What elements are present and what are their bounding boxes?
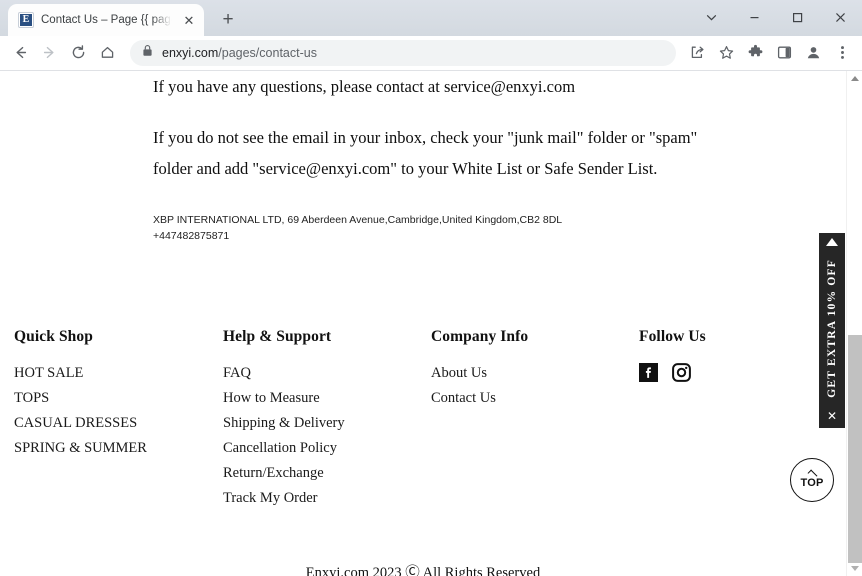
contact-article: If you have any questions, please contac… <box>0 71 846 244</box>
profile-avatar-icon[interactable] <box>799 39 827 67</box>
instagram-icon[interactable] <box>672 363 691 382</box>
web-page-content: If you have any questions, please contac… <box>0 71 846 576</box>
footer-link-faq[interactable]: FAQ <box>223 361 431 386</box>
triangle-up-icon <box>826 238 838 246</box>
footer-link-contact-us[interactable]: Contact Us <box>431 386 639 411</box>
footer-link-how-to-measure[interactable]: How to Measure <box>223 386 431 411</box>
enxyi-favicon: E <box>18 12 34 28</box>
scroll-down-arrow-icon <box>851 566 859 571</box>
url-path: /pages/contact-us <box>218 46 317 60</box>
copyright-text: Enxyi.com 2023 Ⓒ All Rights Reserved <box>0 561 846 576</box>
footer-link-return-exchange[interactable]: Return/Exchange <box>223 461 431 486</box>
tab-close-icon[interactable]: ✕ <box>180 11 198 29</box>
footer-column-help-support: Help & Support FAQ How to Measure Shippi… <box>223 328 431 511</box>
facebook-icon[interactable] <box>639 363 658 382</box>
footer-link-spring-summer[interactable]: SPRING & SUMMER <box>14 436 223 461</box>
tab-search-chevron-down-icon[interactable] <box>690 0 733 34</box>
footer-column-quick-shop: Quick Shop HOT SALE TOPS CASUAL DRESSES … <box>14 328 223 511</box>
url-host: enxyi.com <box>162 46 218 60</box>
forward-arrow-icon[interactable] <box>35 39 63 67</box>
company-address: XBP INTERNATIONAL LTD, 69 Aberdeen Avenu… <box>153 212 846 244</box>
promo-close-icon[interactable]: ✕ <box>827 410 837 422</box>
footer-link-cancellation-policy[interactable]: Cancellation Policy <box>223 436 431 461</box>
page-viewport: If you have any questions, please contac… <box>0 70 862 576</box>
footer-link-about-us[interactable]: About Us <box>431 361 639 386</box>
footer-heading-quick-shop: Quick Shop <box>14 328 223 346</box>
minimize-button[interactable] <box>733 0 776 34</box>
footer-link-casual-dresses[interactable]: CASUAL DRESSES <box>14 411 223 436</box>
contact-paragraph-2: If you do not see the email in your inbo… <box>153 122 698 184</box>
footer-link-shipping-delivery[interactable]: Shipping & Delivery <box>223 411 431 436</box>
home-icon[interactable] <box>93 39 121 67</box>
promo-label: GET EXTRA 10% OFF <box>826 259 838 398</box>
maximize-button[interactable] <box>776 0 819 34</box>
footer-link-tops[interactable]: TOPS <box>14 386 223 411</box>
footer-heading-company-info: Company Info <box>431 328 639 346</box>
extensions-puzzle-icon[interactable] <box>741 39 769 67</box>
browser-toolbar: enxyi.com/pages/contact-us <box>0 36 862 70</box>
footer-heading-help-support: Help & Support <box>223 328 431 346</box>
scroll-up-arrow-icon <box>851 76 859 81</box>
scroll-up-button[interactable] <box>847 71 862 86</box>
footer-link-track-my-order[interactable]: Track My Order <box>223 486 431 511</box>
share-icon[interactable] <box>683 39 711 67</box>
address-bar[interactable]: enxyi.com/pages/contact-us <box>130 40 676 66</box>
footer-column-company-info: Company Info About Us Contact Us <box>431 328 639 511</box>
footer-heading-follow-us: Follow Us <box>639 328 839 346</box>
vertical-scrollbar[interactable] <box>846 71 862 576</box>
lock-icon <box>142 44 153 62</box>
scroll-down-button[interactable] <box>847 561 862 576</box>
back-arrow-icon[interactable] <box>6 39 34 67</box>
contact-paragraph-1: If you have any questions, please contac… <box>153 71 698 102</box>
side-panel-icon[interactable] <box>770 39 798 67</box>
back-to-top-label: TOP <box>800 478 823 489</box>
three-dot-menu-icon[interactable] <box>828 39 856 67</box>
back-to-top-button[interactable]: TOP <box>790 458 834 502</box>
new-tab-button[interactable]: + <box>214 6 242 34</box>
browser-window: E Contact Us – Page {{ page }} – en ✕ + <box>0 0 862 576</box>
social-links <box>639 363 839 382</box>
reload-icon[interactable] <box>64 39 92 67</box>
address-phone: +447482875871 <box>153 228 846 244</box>
favicon-letter: E <box>20 14 32 26</box>
scrollbar-thumb[interactable] <box>848 335 862 563</box>
address-line-1: XBP INTERNATIONAL LTD, 69 Aberdeen Avenu… <box>153 212 846 228</box>
close-window-button[interactable] <box>819 0 862 34</box>
footer-link-hot-sale[interactable]: HOT SALE <box>14 361 223 386</box>
browser-tab-contact-us[interactable]: E Contact Us – Page {{ page }} – en ✕ <box>8 4 204 36</box>
bookmark-star-icon[interactable] <box>712 39 740 67</box>
window-controls <box>690 0 862 34</box>
site-footer: Quick Shop HOT SALE TOPS CASUAL DRESSES … <box>0 328 846 511</box>
promo-side-tab[interactable]: GET EXTRA 10% OFF ✕ <box>819 233 845 428</box>
tab-strip: E Contact Us – Page {{ page }} – en ✕ + <box>0 0 862 36</box>
address-bar-url: enxyi.com/pages/contact-us <box>162 46 317 60</box>
tab-title: Contact Us – Page {{ page }} – en <box>41 14 173 26</box>
